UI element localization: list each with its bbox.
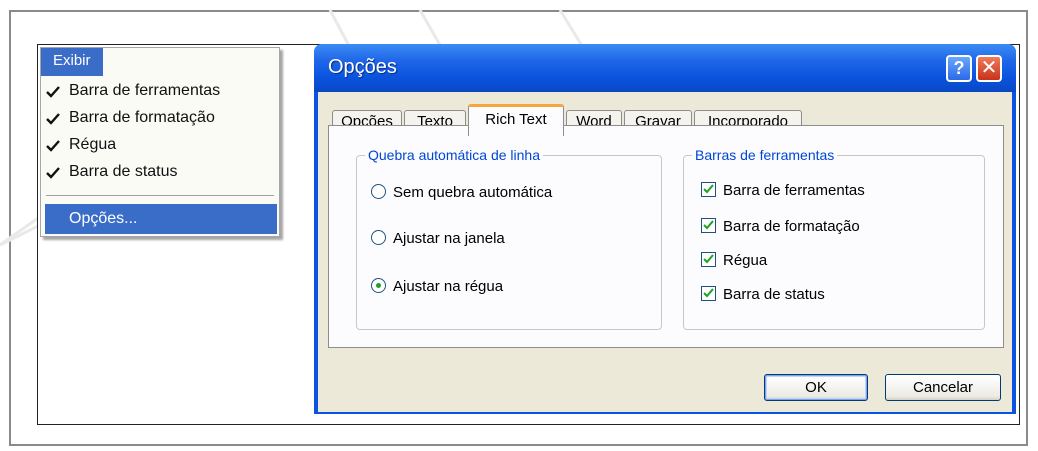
cancel-button[interactable]: Cancelar [885,374,1001,401]
close-button[interactable]: ✕ [976,55,1002,82]
exibir-menu-title[interactable]: Exibir [41,48,103,76]
checkmark-icon [46,113,60,125]
radio-button[interactable] [371,230,386,245]
checkmark-icon [703,254,714,264]
checkbox[interactable] [701,252,716,267]
toolbars-group-title: Barras de ferramentas [692,146,838,164]
dialog-title: Opções [328,56,397,78]
wrap-group: Quebra automática de linha Sem quebra au… [356,146,662,330]
checkbox[interactable] [701,286,716,301]
opcoes-dialog: Opções ? ✕ Opções Texto Rich Text Word G… [314,44,1016,414]
menu-item-label: Barra de ferramentas [69,82,221,99]
checkbox-label: Barra de formatação [723,218,860,235]
checkmark-icon [46,140,60,152]
radio-label: Ajustar na janela [393,230,505,247]
menu-item-label: Barra de status [69,163,178,180]
radio-label: Sem quebra automática [393,184,553,201]
checkbox-label: Régua [723,252,768,269]
checkmark-icon [46,167,60,179]
checkbox[interactable] [701,182,716,197]
menu-item-barra-de-status[interactable]: Barra de status [41,159,277,185]
tab-panel-rich-text: Quebra automática de linha Sem quebra au… [328,125,1004,348]
menu-item-label: Opções... [69,210,138,227]
checkmark-icon [703,288,714,298]
radio-label: Ajustar na régua [393,278,504,295]
checkmark-icon [703,220,714,230]
menu-item-barra-de-ferramentas[interactable]: Barra de ferramentas [41,78,277,104]
help-button[interactable]: ? [946,55,972,82]
ok-button[interactable]: OK [764,374,868,401]
checkmark-icon [703,184,714,194]
dialog-titlebar[interactable]: Opções ? ✕ [314,44,1016,92]
checkbox[interactable] [701,218,716,233]
tab-rich-text[interactable]: Rich Text [468,104,564,136]
wrap-group-title: Quebra automática de linha [365,146,543,164]
menu-item-barra-de-formatacao[interactable]: Barra de formatação [41,105,277,131]
menu-item-opcoes[interactable]: Opções... [45,204,277,234]
radio-selected-dot [376,283,381,288]
toolbars-group: Barras de ferramentas Barra de ferrament… [683,146,985,330]
checkbox-label: Barra de ferramentas [723,182,865,199]
checkbox-label: Barra de status [723,286,825,303]
checkmark-icon [46,86,60,98]
menu-separator [46,195,274,197]
radio-button[interactable] [371,184,386,199]
menu-item-regua[interactable]: Régua [41,132,277,158]
menu-item-label: Régua [69,136,117,153]
exibir-menu: Exibir Barra de ferramentas Barra de for… [40,47,280,237]
radio-button[interactable] [371,278,386,293]
dialog-client-area: Opções Texto Rich Text Word Gravar Incor… [318,92,1012,412]
menu-item-label: Barra de formatação [69,109,215,126]
